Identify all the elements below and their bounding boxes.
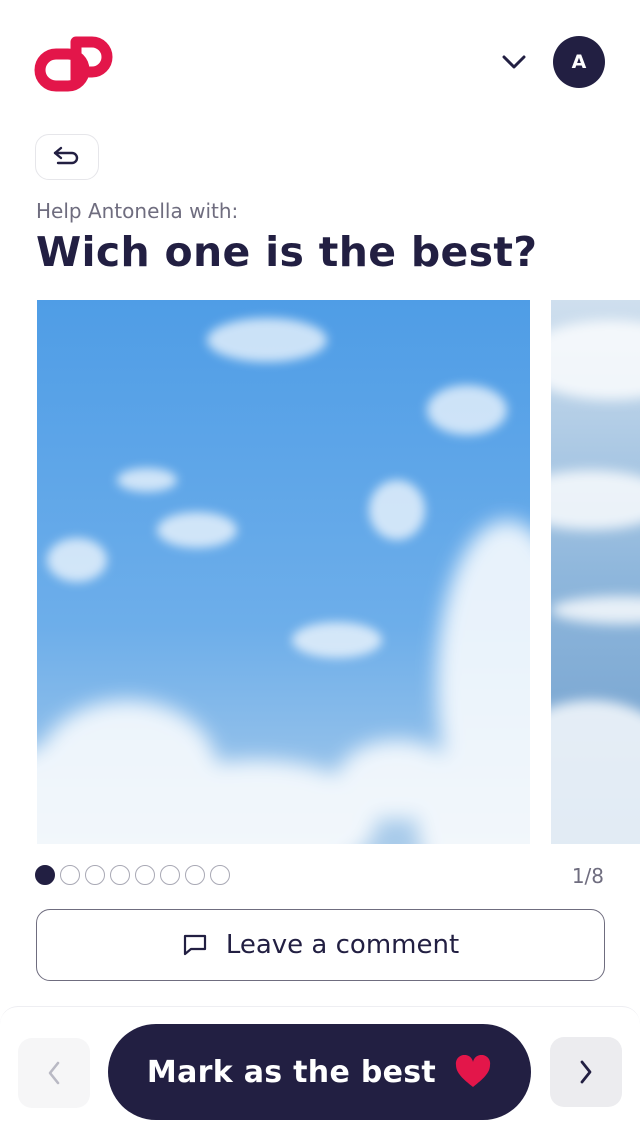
brand-logo[interactable] [34,34,118,92]
pagination-dot[interactable] [35,865,55,885]
mark-as-best-label: Mark as the best [146,1054,437,1090]
chevron-down-icon [502,55,526,69]
previous-button[interactable] [18,1038,90,1108]
clouds-from-above-photo [551,300,640,844]
pagination-dot[interactable] [110,865,130,885]
undo-arrow-icon [53,146,79,165]
carousel-pagination [35,865,230,885]
pagination-dot[interactable] [135,865,155,885]
chevron-right-icon [580,1060,592,1084]
carousel-slide-2[interactable] [551,300,640,844]
slide-counter: 1/8 [571,864,604,888]
next-button[interactable] [550,1037,622,1107]
account-dropdown[interactable] [496,48,532,76]
pagination-dot[interactable] [85,865,105,885]
blue-sky-clouds-photo [37,300,530,844]
chevron-left-icon [48,1061,60,1085]
page-title: Wich one is the best? [36,228,538,276]
pagination-dot[interactable] [160,865,180,885]
image-carousel[interactable] [0,300,640,844]
pagination-dot[interactable] [60,865,80,885]
mark-as-best-button[interactable]: Mark as the best [108,1024,531,1120]
back-button[interactable] [35,134,99,180]
avatar-initial: A [571,51,587,73]
leave-comment-button[interactable]: Leave a comment [36,909,605,981]
question-subtitle: Help Antonella with: [36,199,239,223]
pagination-dot[interactable] [210,865,230,885]
heart-icon [455,1055,491,1087]
leave-comment-label: Leave a comment [225,930,460,960]
comment-icon [183,934,206,956]
carousel-slide-1[interactable] [37,300,530,844]
avatar[interactable]: A [553,36,605,88]
pagination-dot[interactable] [185,865,205,885]
